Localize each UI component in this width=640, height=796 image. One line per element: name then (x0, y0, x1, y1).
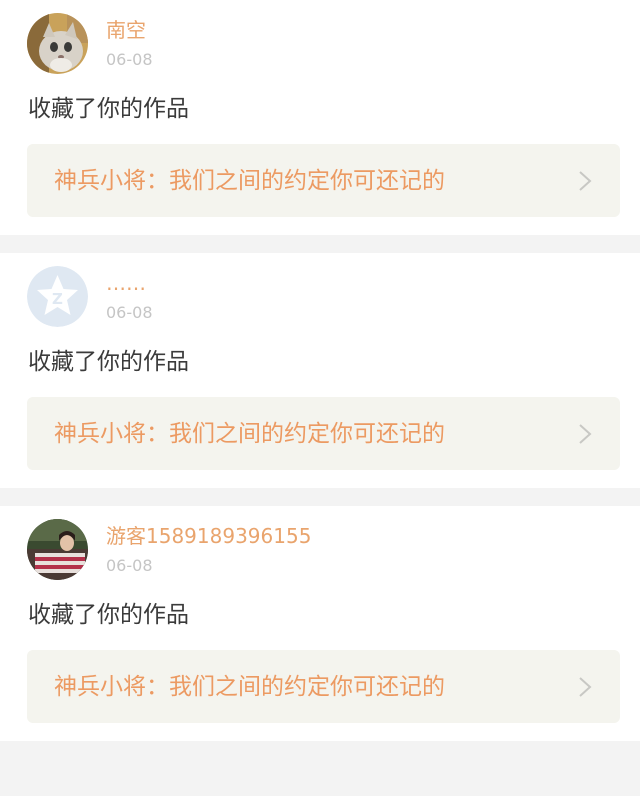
work-title: 神兵小将：我们之间的约定你可还记的 (54, 421, 445, 447)
action-text: 收藏了你的作品 (28, 349, 189, 375)
work-link[interactable]: 神兵小将：我们之间的约定你可还记的 (27, 144, 620, 217)
cat-photo-avatar-icon (27, 13, 88, 74)
notification-card: 南空 06-08 收藏了你的作品 神兵小将：我们之间的约定你可还记的 (0, 0, 640, 235)
work-link[interactable]: 神兵小将：我们之间的约定你可还记的 (27, 650, 620, 723)
user-avatar[interactable]: Z (27, 266, 88, 327)
chevron-right-icon (579, 677, 592, 697)
timestamp: 06-08 (106, 303, 153, 322)
user-avatar[interactable] (27, 519, 88, 580)
person-photo-avatar-icon (27, 519, 88, 580)
user-avatar[interactable] (27, 13, 88, 74)
chevron-right-icon (579, 171, 592, 191)
notification-card: 游客1589189396155 06-08 收藏了你的作品 神兵小将：我们之间的… (0, 506, 640, 741)
work-link[interactable]: 神兵小将：我们之间的约定你可还记的 (27, 397, 620, 470)
work-title: 神兵小将：我们之间的约定你可还记的 (54, 168, 445, 194)
notification-card: Z …… 06-08 收藏了你的作品 神兵小将：我们之间的约定你可还记的 (0, 253, 640, 488)
timestamp: 06-08 (106, 556, 153, 575)
notification-feed: 南空 06-08 收藏了你的作品 神兵小将：我们之间的约定你可还记的 Z …… … (0, 0, 640, 741)
action-text: 收藏了你的作品 (28, 96, 189, 122)
username[interactable]: 游客1589189396155 (106, 523, 311, 549)
action-text: 收藏了你的作品 (28, 602, 189, 628)
username[interactable]: …… (106, 270, 146, 296)
default-star-avatar-icon: Z (27, 266, 88, 327)
chevron-right-icon (579, 424, 592, 444)
timestamp: 06-08 (106, 50, 153, 69)
username[interactable]: 南空 (106, 17, 146, 43)
svg-text:Z: Z (52, 290, 63, 308)
work-title: 神兵小将：我们之间的约定你可还记的 (54, 674, 445, 700)
